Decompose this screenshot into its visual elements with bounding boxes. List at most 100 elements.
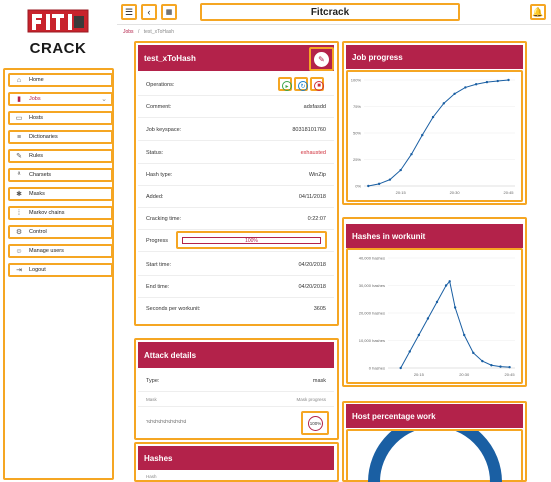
row-label: Hash type: [146, 171, 173, 178]
mask-value: ?d?d?d?d?d?d?d?d [146, 418, 187, 424]
row-label: Start time: [146, 261, 172, 268]
hashes-workunit-svg: 0 hashes 10,000 hashes 20,000 hashes 30,000… [359, 256, 516, 378]
data-point [410, 153, 413, 156]
data-point [507, 78, 510, 82]
stop-icon: ■ [314, 81, 324, 91]
hashes-workunit-header: Hashes in workunit [346, 224, 523, 248]
data-point [399, 366, 402, 370]
data-point [448, 280, 451, 283]
sidebar-item-dictionaries[interactable]: ≡ Dictionaries [8, 130, 113, 144]
chain-icon: ⁞ [18, 209, 20, 217]
sidebar-item-charsets[interactable]: ª Charsets [8, 168, 113, 182]
home-icon: ⌂ [16, 76, 22, 84]
y-tick-label: 40,000 hashes [359, 256, 385, 261]
x-tick-label: 20:30 [450, 190, 461, 195]
attack-type-row: Type: mask [138, 370, 334, 392]
sidebar-item-label: Home [29, 77, 44, 83]
job-row-hash-type: Hash type: WinZip [138, 164, 334, 186]
data-point [490, 364, 493, 367]
job-row-keyspace: Job keyspace: 80318101760 [138, 119, 334, 141]
job-row-added: Added: 04/11/2018 [138, 186, 334, 208]
sidebar-item-label: Dictionaries [29, 134, 58, 140]
breadcrumb-jobs-link[interactable]: Jobs [123, 29, 134, 35]
job-row-seconds-per-workunit: Seconds per workunit: 3605 [138, 298, 334, 320]
briefcase-icon: ▮ [17, 96, 21, 103]
sidebar-item-home[interactable]: ⌂ Home [8, 73, 113, 87]
menu-toggle-button[interactable]: ☰ [121, 4, 137, 20]
x-tick-label: 20:15 [396, 190, 407, 195]
sidebar-item-jobs[interactable]: ▮ Jobs ⌄ [8, 92, 113, 106]
sidebar-menu: ⌂ Home ▮ Jobs ⌄ ▭ Hosts ≡ Dictionaries ✎… [3, 68, 114, 480]
data-point [472, 351, 475, 355]
sidebar: CRACK ⌂ Home ▮ Jobs ⌄ ▭ Hosts ≡ Dictiona… [0, 0, 117, 482]
data-point [485, 80, 489, 84]
data-point [481, 359, 484, 363]
y-tick-label: 10,000 hashes [359, 338, 385, 343]
back-button[interactable]: ‹ [141, 4, 157, 20]
chart-title: Host percentage work [352, 411, 436, 421]
row-value: adsfasdd [303, 103, 326, 110]
sidebar-item-label: Markov chains [29, 210, 65, 216]
data-point [453, 92, 456, 95]
sidebar-item-rules[interactable]: ✎ Rules [8, 149, 113, 163]
job-row-cracking-time: Cracking time: 0:22:07 [138, 208, 334, 230]
sidebar-item-label: Manage users [29, 248, 64, 254]
calendar-icon: ▦ [165, 9, 173, 16]
data-point [421, 133, 424, 137]
row-value: 04/20/2018 [298, 261, 326, 268]
y-tick-label: 0 hashes [369, 366, 385, 371]
row-label: Added: [146, 193, 164, 200]
data-point [464, 86, 467, 89]
data-point [435, 300, 439, 304]
host-donut-slice [368, 415, 502, 482]
y-tick-label: 75% [353, 104, 361, 109]
hashes-workunit-chart: 0 hashes 10,000 hashes 20,000 hashes 30,000… [346, 248, 523, 384]
mask-table-header: Mask Mask progress [138, 393, 334, 407]
data-point [463, 333, 466, 337]
sidebar-item-markov-chains[interactable]: ⁞ Markov chains [8, 206, 113, 220]
row-label: Status: [146, 149, 164, 156]
topbar-divider [117, 24, 551, 25]
wrench-icon: ✎ [16, 153, 22, 160]
data-point [499, 365, 502, 368]
chevron-down-icon[interactable]: ⌄ [101, 95, 107, 103]
row-label: Progress [146, 237, 169, 244]
desktop-icon: ▭ [15, 115, 23, 122]
progress-text: 100% [245, 237, 258, 244]
data-point [431, 115, 435, 119]
host-percentage-chart [346, 415, 523, 482]
row-label: End time: [146, 283, 170, 290]
logout-icon: ⇥ [16, 267, 22, 274]
bell-icon: 🔔 [532, 6, 544, 17]
play-icon: ▸ [282, 81, 292, 91]
column-header: Mask progress [296, 397, 326, 402]
progress-bar: 100% [176, 231, 327, 249]
sidebar-item-manage-users[interactable]: ☺ Manage users [8, 244, 113, 258]
stop-job-button[interactable]: ■ [310, 77, 324, 91]
row-label: Comment: [146, 103, 172, 110]
fitcrack-logo[interactable]: CRACK [22, 6, 94, 62]
edit-job-button[interactable]: ✎ [309, 47, 334, 71]
host-percentage-header: Host percentage work [346, 404, 523, 428]
x-tick-label: 20:15 [414, 372, 425, 377]
row-value: 04/20/2018 [298, 283, 326, 290]
breadcrumb: Jobs / test_xToHash [123, 29, 174, 35]
attack-details-header: Attack details [138, 342, 334, 368]
calendar-button[interactable]: ▦ [161, 4, 177, 20]
data-point [474, 83, 478, 86]
y-tick-label: 20,000 hashes [359, 311, 385, 316]
sidebar-item-masks[interactable]: ✱ Masks [8, 187, 113, 201]
data-point [508, 365, 511, 369]
hamburger-icon: ☰ [124, 6, 134, 17]
sidebar-item-logout[interactable]: ⇥ Logout [8, 263, 113, 277]
sidebar-item-control[interactable]: ⚙ Control [8, 225, 113, 239]
start-job-button[interactable]: ▸ [278, 77, 292, 91]
sidebar-item-hosts[interactable]: ▭ Hosts [8, 111, 113, 125]
restart-job-button[interactable]: ↻ [294, 77, 308, 91]
notifications-button[interactable]: 🔔 [530, 4, 546, 20]
chart-title: Hashes in workunit [352, 231, 426, 241]
y-tick-label: 0% [355, 184, 361, 189]
row-value: mask [312, 377, 326, 384]
breadcrumb-separator: / [137, 29, 140, 35]
data-point [417, 333, 421, 337]
